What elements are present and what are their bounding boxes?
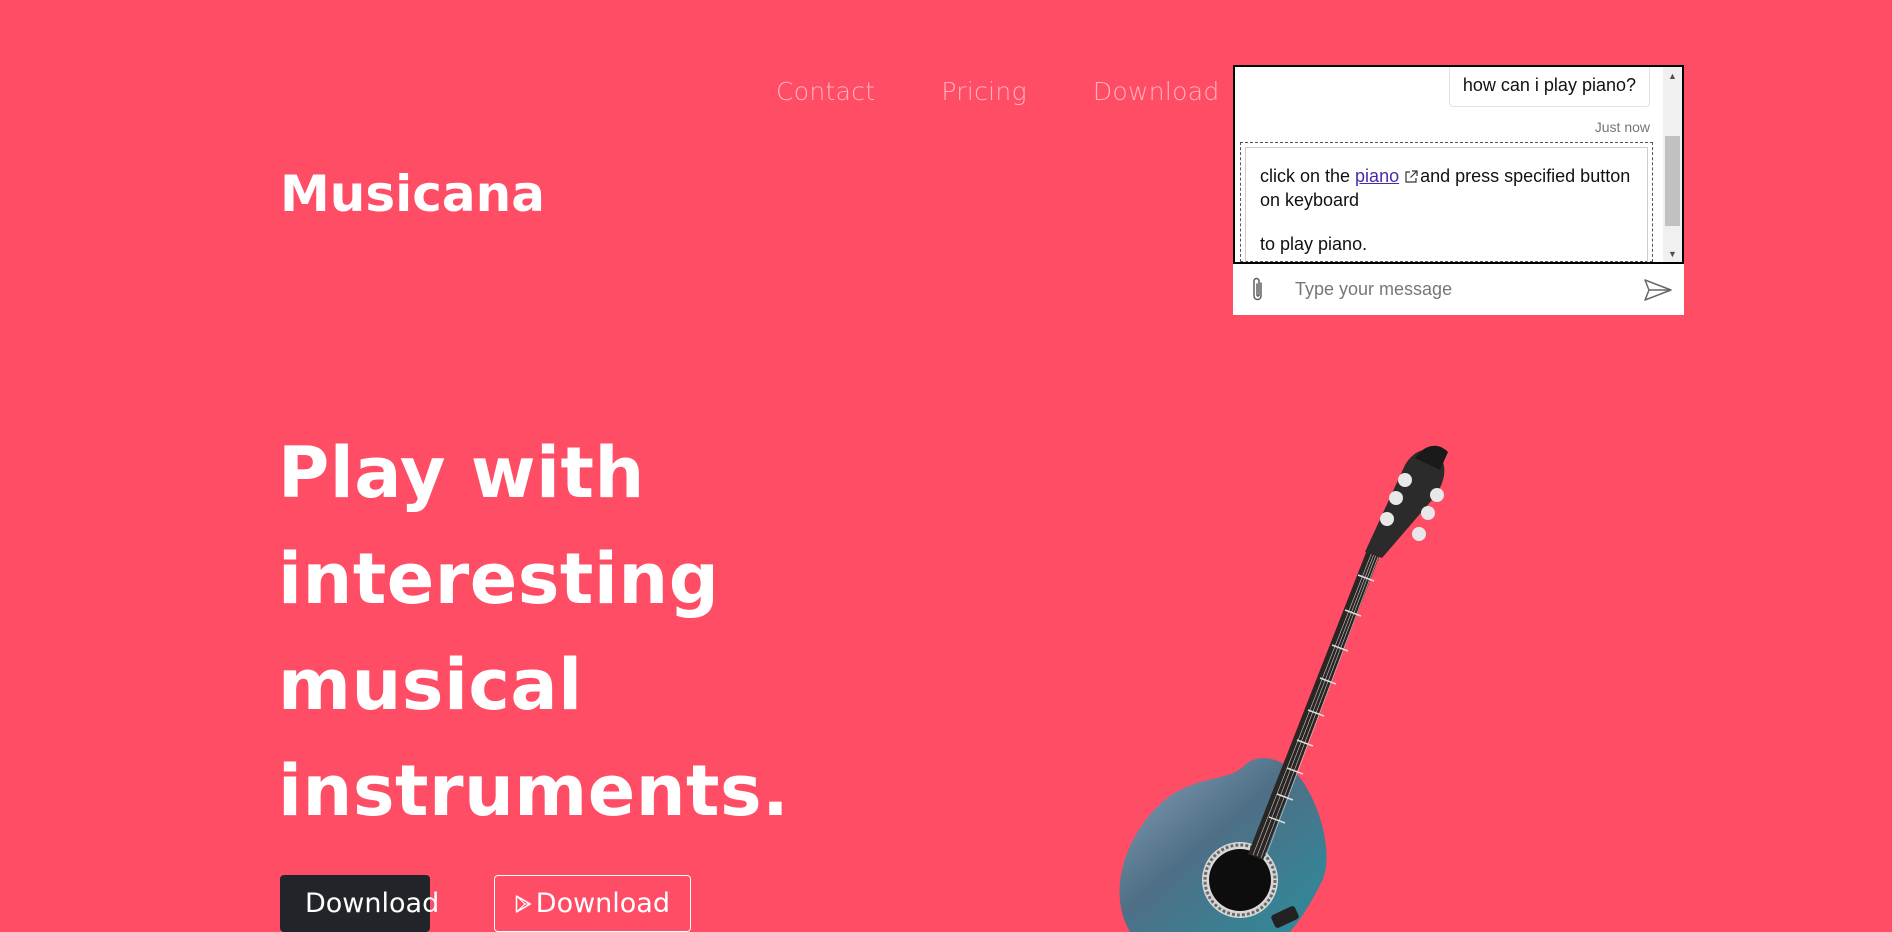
hero-line-3: musical: [278, 644, 583, 726]
bot-message-line-1: click on the piano and press specified bu…: [1260, 164, 1633, 212]
nav-download[interactable]: Download: [1093, 77, 1220, 106]
bot-message-body: click on the piano and press specified bu…: [1245, 147, 1648, 262]
message-input[interactable]: [1283, 269, 1632, 310]
apple-download-button[interactable]: Download: [280, 875, 439, 932]
bot-text-before-link: click on the: [1260, 166, 1356, 186]
bot-message: click on the piano and press specified bu…: [1240, 142, 1653, 262]
play-download-label: Download: [535, 888, 670, 919]
chat-log[interactable]: how can i play piano? Just now click on …: [1233, 65, 1684, 264]
chat-widget: how can i play piano? Just now click on …: [1233, 65, 1684, 315]
hero-line-1: Play with: [278, 432, 645, 514]
play-store-icon: [515, 894, 532, 913]
chat-composer: [1233, 264, 1684, 315]
send-button[interactable]: [1632, 278, 1684, 301]
brand-logo[interactable]: Musicana: [280, 165, 545, 223]
user-message-bubble: how can i play piano?: [1448, 67, 1650, 107]
nav-contact[interactable]: Contact: [776, 77, 875, 106]
apple-download-label: Download: [305, 888, 440, 919]
hero-heading: Play with interesting musical instrument…: [278, 420, 838, 844]
send-icon: [1644, 278, 1672, 301]
attach-button[interactable]: [1233, 276, 1283, 304]
hero-line-4: instruments.: [278, 750, 790, 832]
bot-message-line-2: to play piano.: [1260, 234, 1368, 254]
top-nav: Contact Pricing Download: [776, 77, 1220, 106]
nav-pricing[interactable]: Pricing: [941, 77, 1027, 106]
guitar-illustration: [1119, 445, 1448, 932]
external-link-icon: [1405, 170, 1418, 183]
scroll-up-arrow-icon[interactable]: ▲: [1663, 67, 1682, 84]
scroll-down-arrow-icon[interactable]: ▼: [1663, 245, 1682, 262]
paperclip-icon: [1253, 277, 1262, 300]
message-timestamp: Just now: [1594, 119, 1650, 135]
chat-scrollbar[interactable]: ▲ ▼: [1663, 67, 1682, 262]
piano-link[interactable]: piano: [1355, 166, 1399, 186]
scroll-thumb[interactable]: [1665, 136, 1680, 226]
play-download-button[interactable]: Download: [494, 875, 691, 932]
hero-line-2: interesting: [278, 538, 720, 620]
